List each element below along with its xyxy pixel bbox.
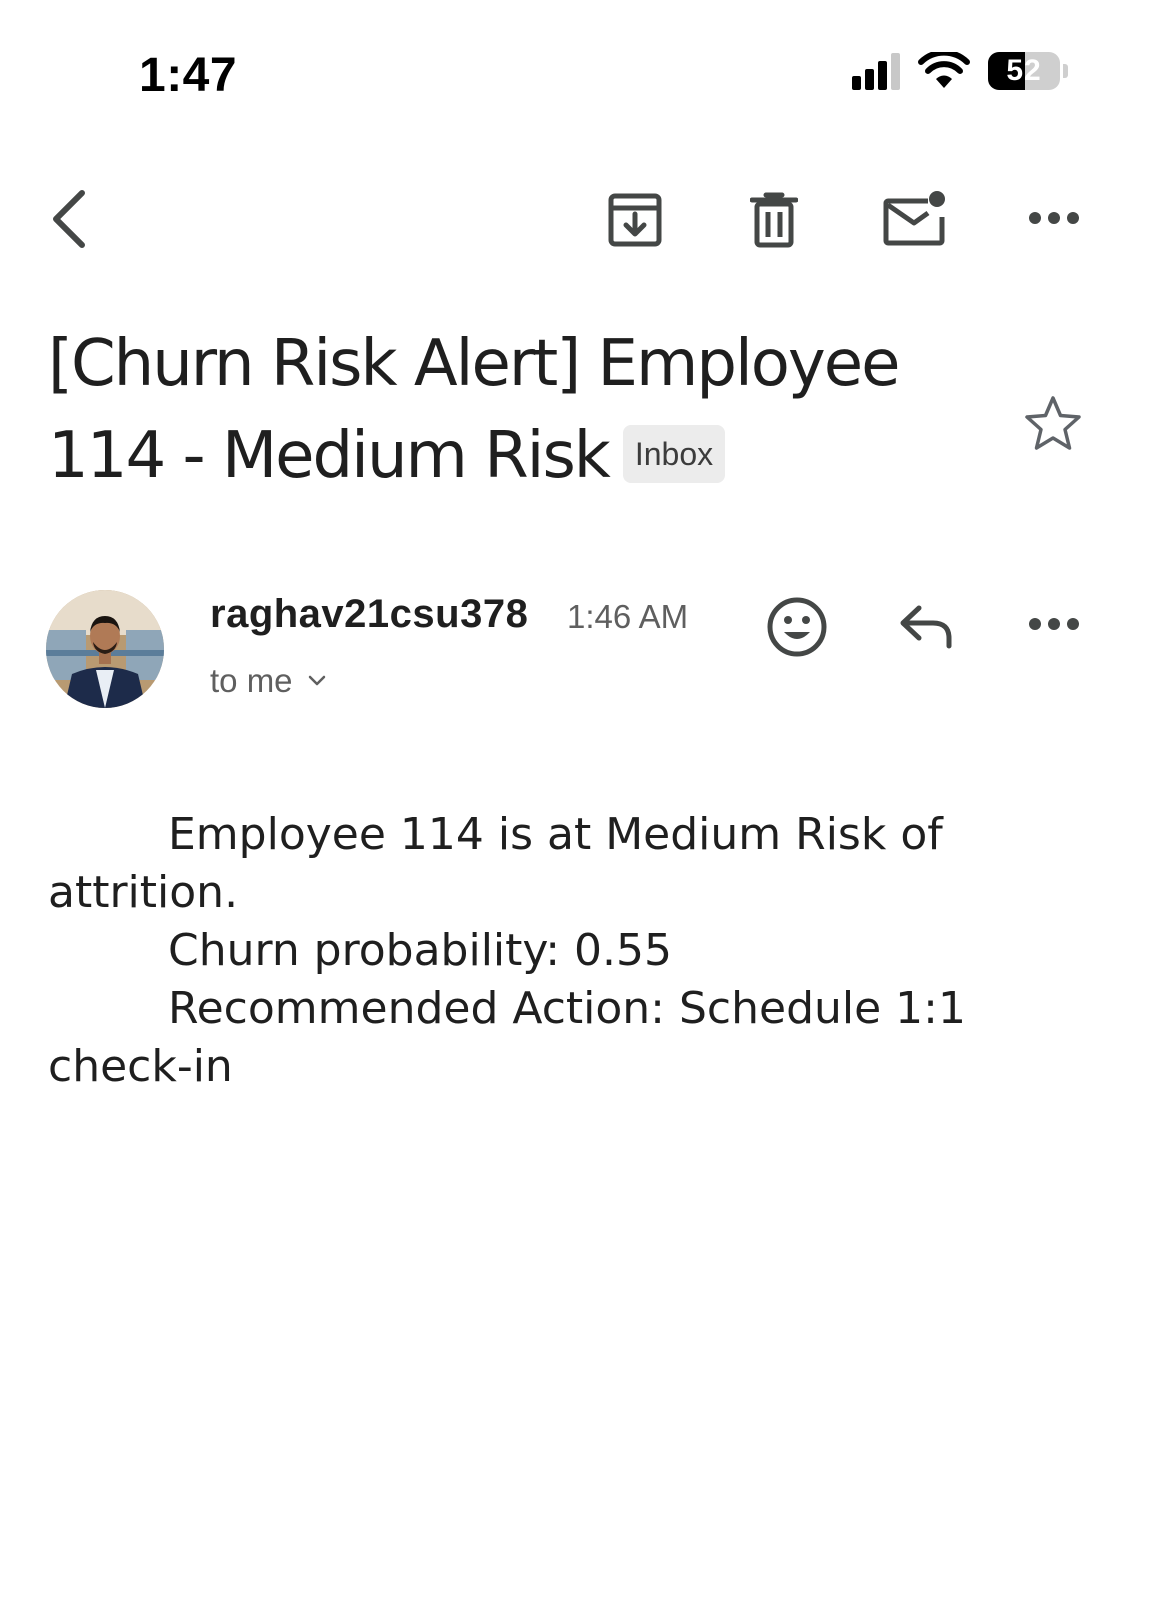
status-icons: 52 — [852, 52, 1068, 90]
trash-icon — [750, 192, 798, 248]
star-button[interactable] — [1020, 390, 1086, 456]
wifi-icon — [918, 52, 970, 88]
body-line-2: Churn probability: 0.55 — [48, 922, 1048, 980]
chevron-down-icon — [308, 675, 325, 686]
sender-avatar[interactable] — [46, 590, 164, 708]
chevron-left-icon — [53, 190, 85, 248]
status-time: 1:47 — [139, 49, 238, 102]
cellular-signal-icon — [852, 52, 900, 90]
mark-unread-button[interactable] — [880, 186, 950, 250]
body-line-3-text: Recommended Action: Schedule 1:1 — [168, 983, 966, 1034]
more-options-button[interactable] — [1022, 200, 1086, 236]
reply-icon — [900, 605, 952, 649]
sent-time: 1:46 AM — [567, 598, 689, 635]
body-line-1: Employee 114 is at Medium Risk of — [48, 806, 1048, 864]
delete-button[interactable] — [744, 188, 804, 252]
archive-icon — [608, 193, 662, 247]
avatar-photo — [46, 590, 164, 708]
add-reaction-button[interactable] — [764, 594, 830, 660]
inbox-label-chip[interactable]: Inbox — [622, 425, 726, 483]
more-horizontal-icon — [1029, 618, 1079, 630]
email-body: Employee 114 is at Medium Risk of attrit… — [48, 806, 1048, 1096]
body-line-2-text: Churn probability: 0.55 — [168, 925, 673, 976]
body-line-1-continued: attrition. — [48, 867, 239, 918]
back-button[interactable] — [38, 186, 98, 252]
body-line-1-text: Employee 114 is at Medium Risk of — [168, 809, 943, 860]
more-horizontal-icon — [1029, 212, 1079, 224]
email-subject: [Churn Risk Alert] Employee 114 - Medium… — [48, 318, 978, 502]
battery-nub — [1063, 64, 1068, 78]
battery-icon: 52 — [988, 52, 1060, 90]
body-line-3: Recommended Action: Schedule 1:1 — [48, 980, 1048, 1038]
battery-level: 52 — [1006, 54, 1042, 87]
star-icon — [1025, 396, 1081, 450]
mail-unread-icon — [883, 191, 945, 246]
emoji-icon — [767, 597, 827, 657]
subject-text: [Churn Risk Alert] Employee 114 - Medium… — [48, 327, 900, 493]
sender-name[interactable]: raghav21csu378 — [210, 592, 528, 637]
body-line-3-continued: check-in — [48, 1041, 233, 1092]
recipient-toggle[interactable]: to me — [210, 662, 327, 700]
reply-button[interactable] — [894, 598, 958, 654]
message-more-button[interactable] — [1022, 606, 1086, 642]
archive-button[interactable] — [600, 188, 670, 252]
recipient-label: to me — [210, 662, 293, 699]
